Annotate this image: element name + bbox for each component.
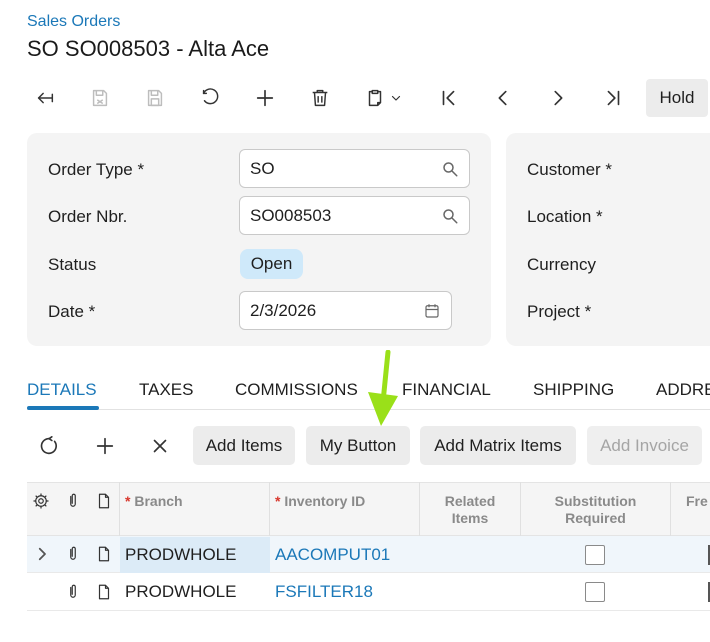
column-separator: [670, 482, 671, 536]
currency-label: Currency: [527, 255, 596, 274]
order-type-label: Order Type *: [48, 160, 145, 179]
annotation-arrow-icon: [368, 350, 398, 426]
refresh-icon[interactable]: [33, 429, 67, 463]
project-label: Project *: [527, 302, 592, 321]
inventory-id-link[interactable]: AACOMPUT01: [275, 545, 390, 565]
add-invoice-button: Add Invoice: [587, 426, 702, 465]
date-field[interactable]: 2/3/2026: [239, 291, 452, 330]
status-label: Status: [48, 255, 97, 274]
undo-icon[interactable]: [193, 81, 227, 115]
note-icon[interactable]: [95, 583, 113, 606]
tab-address[interactable]: ADDRE: [656, 380, 710, 400]
clipboard-icon[interactable]: [358, 81, 408, 115]
note-icon: [95, 492, 113, 515]
tab-details[interactable]: DETAILS: [27, 380, 97, 400]
inventory-id-link[interactable]: FSFILTER18: [275, 582, 373, 602]
attachment-icon[interactable]: [64, 545, 82, 568]
location-label: Location *: [527, 207, 603, 226]
tab-commissions[interactable]: COMMISSIONS: [235, 380, 358, 400]
add-items-button[interactable]: Add Items: [193, 426, 295, 465]
add-matrix-items-button[interactable]: Add Matrix Items: [420, 426, 576, 465]
back-icon[interactable]: [28, 81, 62, 115]
last-icon[interactable]: [596, 81, 630, 115]
add-row-icon[interactable]: [88, 429, 122, 463]
column-header-branch[interactable]: * Branch: [125, 493, 183, 510]
delete-row-icon[interactable]: [143, 429, 177, 463]
save-close-icon: [83, 81, 117, 115]
order-nbr-field[interactable]: SO008503: [239, 196, 470, 235]
note-icon[interactable]: [95, 545, 113, 568]
tab-shipping[interactable]: SHIPPING: [533, 380, 614, 400]
save-icon: [138, 81, 172, 115]
page-title: SO SO008503 - Alta Ace: [27, 36, 270, 61]
breadcrumb[interactable]: Sales Orders: [27, 13, 120, 31]
add-icon[interactable]: [248, 81, 282, 115]
attachment-icon[interactable]: [64, 583, 82, 606]
attachment-icon: [64, 492, 82, 515]
active-tab-indicator: [27, 406, 99, 410]
substitution-required-checkbox[interactable]: [585, 545, 605, 565]
column-header-related-items[interactable]: Related Items: [420, 493, 520, 527]
my-button[interactable]: My Button: [306, 426, 410, 465]
order-nbr-label: Order Nbr.: [48, 207, 128, 226]
tab-taxes[interactable]: TAXES: [139, 380, 193, 400]
calendar-icon: [425, 303, 439, 318]
substitution-required-checkbox[interactable]: [585, 582, 605, 602]
tab-financial[interactable]: FINANCIAL: [402, 380, 491, 400]
branch-cell[interactable]: PRODWHOLE: [125, 545, 236, 565]
order-type-field[interactable]: SO: [239, 149, 470, 188]
column-header-free[interactable]: Fre: [686, 493, 710, 510]
customer-label: Customer *: [527, 160, 613, 179]
chevron-right-icon[interactable]: [33, 545, 51, 568]
hold-button[interactable]: Hold: [646, 79, 708, 117]
first-icon[interactable]: [432, 81, 466, 115]
branch-cell[interactable]: PRODWHOLE: [125, 582, 236, 602]
column-separator: [119, 482, 120, 536]
status-badge: Open: [240, 249, 303, 279]
date-label: Date *: [48, 302, 96, 321]
previous-icon[interactable]: [486, 81, 520, 115]
column-header-substitution-required[interactable]: Substitution Required: [521, 493, 670, 527]
column-header-inventory-id[interactable]: * Inventory ID: [275, 493, 365, 510]
column-separator: [269, 482, 270, 536]
search-icon: [443, 208, 458, 223]
delete-icon[interactable]: [303, 81, 337, 115]
search-icon: [443, 161, 458, 176]
next-icon[interactable]: [541, 81, 575, 115]
chevron-down-icon: [391, 95, 401, 101]
settings-icon[interactable]: [32, 492, 50, 515]
